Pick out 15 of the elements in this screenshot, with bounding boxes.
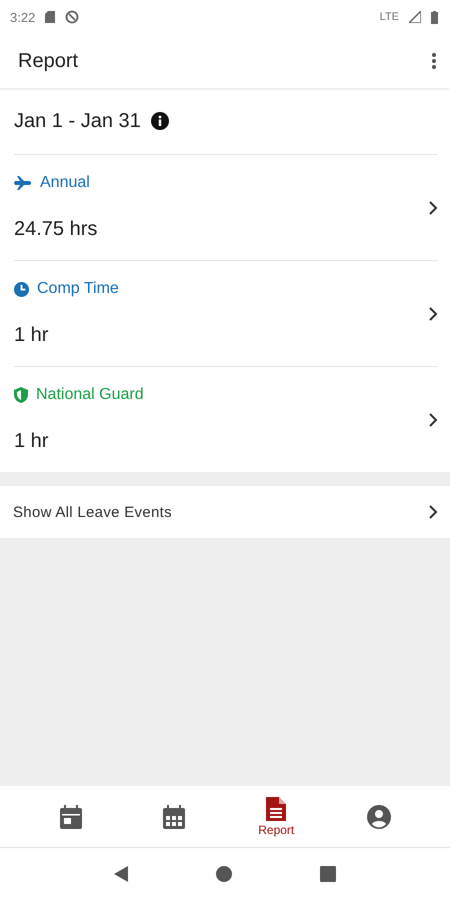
network-type: LTE: [380, 11, 399, 23]
date-range: Jan 1 - Jan 31: [14, 110, 141, 132]
leave-amount: 24.75 hrs: [14, 218, 98, 241]
show-all-row[interactable]: Show All Leave Events: [0, 486, 450, 538]
status-time: 3:22: [10, 10, 36, 24]
show-all-label: Show All Leave Events: [13, 504, 172, 520]
leave-type-row[interactable]: Comp Time 1 hr: [14, 261, 438, 367]
leave-type-row[interactable]: National Guard 1 hr: [14, 367, 438, 472]
leave-type-name: Comp Time: [37, 280, 119, 298]
leave-type-row[interactable]: Annual 24.75 hrs: [14, 155, 438, 261]
leave-amount: 1 hr: [14, 430, 50, 453]
leave-type-name: National Guard: [36, 386, 144, 404]
screen-title: Report: [18, 50, 78, 72]
leave-type-name: Annual: [40, 174, 90, 192]
leave-amount: 1 hr: [14, 324, 50, 347]
